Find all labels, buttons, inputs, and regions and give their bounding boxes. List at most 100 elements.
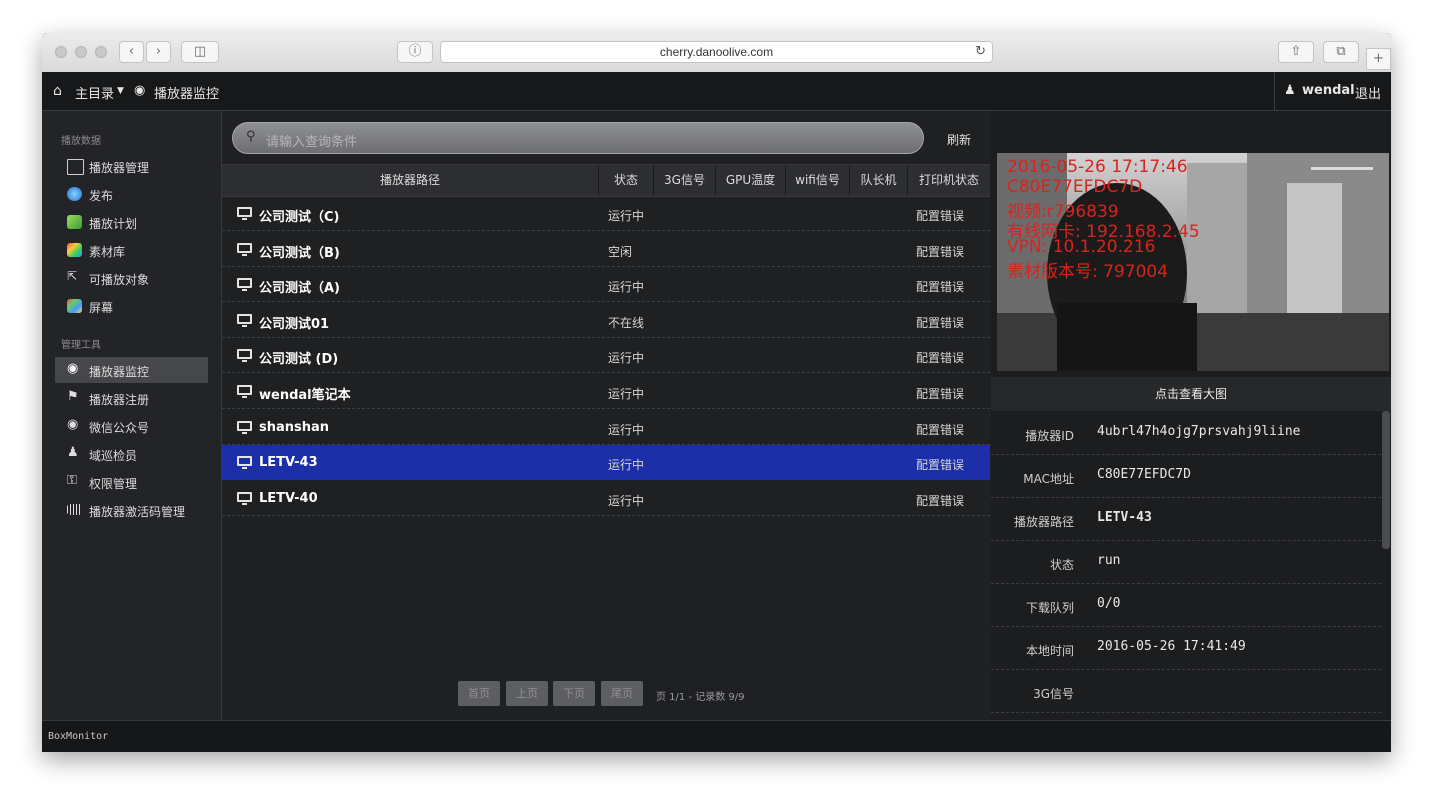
col-wifi[interactable]: wifi信号 [786,165,850,196]
col-leader[interactable]: 队长机 [850,165,908,196]
player-path: 公司测试 (D) [259,352,339,368]
minimize-window-button[interactable] [75,46,87,58]
overlay-line: 2016-05-26 17:17:46 [1007,157,1188,177]
sidebar-item-publish[interactable]: 发布 [55,181,208,207]
reload-icon[interactable]: ↻ [975,44,986,59]
prev-page-button[interactable]: 上页 [506,681,548,706]
detail-key: 下载队列 [1025,601,1074,615]
table-row[interactable]: wendal笔记本 运行中 配置错误 [222,374,990,409]
player-path: 公司测试（C) [259,210,340,225]
player-status: 空闲 [608,244,633,259]
home-icon[interactable]: ⌂ [53,83,62,99]
sidebar-item-playable[interactable]: ⇱ 可播放对象 [55,265,208,291]
cursor-icon: ⇱ [67,269,78,283]
detail-value: 2016-05-26 17:41:49 [1097,639,1246,654]
monitor-icon [237,420,252,434]
person-icon: ♟ [67,445,79,460]
view-large-image-link[interactable]: 点击查看大图 [991,377,1391,411]
detail-scrollbar[interactable] [1382,411,1390,549]
player-path: wendal笔记本 [259,388,351,403]
detail-row: 播放器路径 LETV-43 [991,498,1381,541]
logout-link[interactable]: 退出 [1355,83,1381,102]
detail-key: MAC地址 [1023,472,1074,486]
table-row[interactable]: 公司测试（A) 运行中 配置错误 [222,267,990,303]
status-bar: BoxMonitor [42,720,1391,752]
printer-status: 配置错误 [916,209,965,223]
table-row[interactable]: 公司测试（C) 运行中 配置错误 [222,196,990,231]
barcode-icon [67,504,82,515]
detail-key: 3G信号 [1033,687,1074,701]
table-row[interactable]: 公司测试（B) 空闲 配置错误 [222,232,990,267]
printer-status: 配置错误 [916,315,965,330]
table-row[interactable]: 公司测试 (D) 运行中 配置错误 [222,338,990,374]
sidebar-item-wechat[interactable]: ◉ 微信公众号 [55,413,208,439]
first-page-button[interactable]: 首页 [458,681,500,706]
sidebar-item-inspector[interactable]: ♟ 域巡检员 [55,441,208,467]
forward-icon[interactable]: › [146,41,171,63]
caret-down-icon[interactable]: ▼ [117,86,124,96]
col-status[interactable]: 状态 [599,165,654,196]
sidebar: 播放数据 播放器管理 发布 播放计划 素材库 ⇱ 可播放对象 屏幕 管理工具 ◉ [42,111,222,720]
address-bar[interactable]: cherry.danoolive.com ↻ [440,41,993,63]
next-page-button[interactable]: 下页 [553,681,595,706]
last-page-button[interactable]: 尾页 [601,681,643,706]
detail-value: 0/0 [1097,596,1121,611]
browser-window: ‹ › ◫ ⓘ cherry.danoolive.com ↻ ⇧ ⧉ + ⌂ 主… [42,33,1391,752]
header-divider [1274,72,1275,110]
tags-icon: ⚑ [67,389,79,404]
close-window-button[interactable] [55,46,67,58]
sidebar-item-player-register[interactable]: ⚑ 播放器注册 [55,385,208,411]
col-gpu[interactable]: GPU温度 [716,165,786,196]
player-path: LETV-40 [259,490,318,506]
detail-value: run [1097,553,1121,568]
monitor-icon [237,456,252,470]
zoom-window-button[interactable] [95,46,107,58]
printer-status: 配置错误 [916,351,965,366]
sidebar-item-player-manage[interactable]: 播放器管理 [55,153,208,179]
monitor-icon [237,242,252,256]
detail-row: 本地时间 2016-05-26 17:41:49 [991,627,1381,670]
detail-value: C80E77EFDC7D [1097,467,1191,482]
sidebar-item-permissions[interactable]: ⚿ 权限管理 [55,469,208,495]
tabs-icon[interactable]: ⧉ [1323,41,1359,63]
monitor-icon [237,349,252,363]
table-row[interactable]: 公司测试01 不在线 配置错误 [222,303,990,338]
screenshot-preview[interactable]: 2016-05-26 17:17:46 C80E77EFDC7D 视频:r796… [997,153,1389,371]
player-path: shanshan [259,419,330,435]
player-status: 不在线 [608,315,645,330]
table-row[interactable]: LETV-43 运行中 配置错误 [222,445,990,481]
table-row[interactable]: shanshan 运行中 配置错误 [222,410,990,445]
overlay-line: VPN: 10.1.20.216 [1007,237,1156,257]
sidebar-item-schedule[interactable]: 播放计划 [55,209,208,235]
dashboard-icon: ◉ [134,83,146,98]
detail-row: 状态 run [991,541,1381,584]
sidebar-toggle-icon[interactable]: ◫ [181,41,219,63]
share-icon[interactable]: ⇧ [1278,41,1314,63]
search-input[interactable]: ⚲ 请输入查询条件 [232,122,924,154]
detail-key: 播放器路径 [1013,515,1074,529]
detail-row: 播放器ID 4ubrl47h4ojg7prsvahj9liine [991,412,1381,455]
new-tab-icon[interactable]: + [1366,48,1391,70]
player-path: 公司测试01 [259,316,330,332]
sidebar-item-screen[interactable]: 屏幕 [55,293,208,319]
sidebar-item-activation[interactable]: 播放器激活码管理 [55,497,208,523]
sidebar-item-library[interactable]: 素材库 [55,237,208,263]
player-status: 运行中 [608,493,645,508]
search-placeholder: 请输入查询条件 [266,135,358,150]
col-printer[interactable]: 打印机状态 [908,165,990,196]
col-path[interactable]: 播放器路径 [222,165,599,196]
col-3g[interactable]: 3G信号 [654,165,716,196]
info-icon[interactable]: ⓘ [397,41,433,63]
player-status: 运行中 [608,458,645,473]
player-status: 运行中 [608,209,645,223]
sidebar-item-player-monitor[interactable]: ◉ 播放器监控 [55,357,208,383]
overlay-line: 素材版本号: 797004 [1007,262,1169,282]
home-menu[interactable]: 主目录 [75,83,114,102]
username[interactable]: wendal [1302,83,1355,98]
table-row[interactable]: LETV-40 运行中 配置错误 [222,481,990,516]
back-icon[interactable]: ‹ [119,41,144,63]
player-status: 运行中 [608,387,645,401]
player-status: 运行中 [608,280,645,295]
refresh-button[interactable]: 刷新 [947,131,971,148]
player-path: 公司测试（B) [259,245,340,261]
